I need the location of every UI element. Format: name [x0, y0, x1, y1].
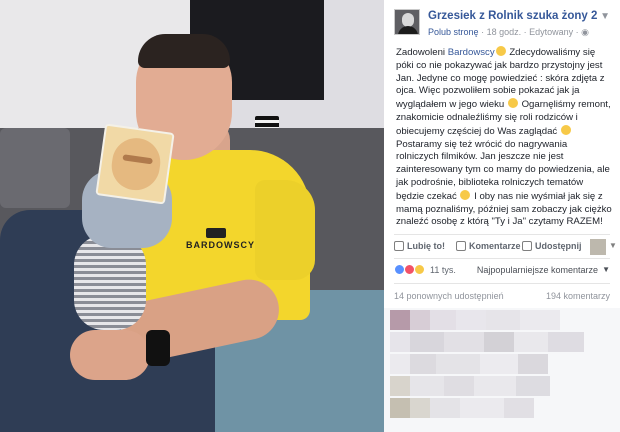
like-button[interactable]: Lubię to! [394, 241, 445, 251]
photo-baby-face-shape [108, 135, 164, 194]
grin-emoji-icon [507, 98, 518, 109]
photo-shirt-tractor-logo [206, 228, 226, 238]
smile-emoji-icon [495, 46, 506, 56]
post-text-part: Zadowoleni [396, 47, 448, 58]
comment-sort-dropdown[interactable]: Najpopularniejsze komentarze [477, 265, 598, 275]
post-actions: Lubię to! Komentarze Udostępnij ▼ [384, 237, 620, 257]
actor-avatar[interactable] [590, 239, 606, 255]
page-avatar[interactable] [394, 9, 420, 35]
chevron-down-icon[interactable]: ▼ [600, 11, 610, 22]
share-label: Udostępnij [535, 241, 582, 251]
page-name-link[interactable]: Grzesiek z Rolnik szuka żony 2 [428, 10, 597, 22]
blurred-comment [390, 332, 584, 352]
haha-reaction-icon [414, 264, 425, 275]
comment-icon [456, 241, 466, 251]
thumbs-up-icon [394, 241, 404, 251]
blurred-comment [390, 398, 534, 418]
photo-watch [146, 330, 170, 366]
photo-shirt-sleeve [255, 180, 315, 280]
globe-icon: ◉ [581, 27, 590, 37]
photo-hand [70, 330, 150, 380]
blurred-comment [390, 310, 560, 330]
post-photo[interactable]: BARDOWSCY [0, 0, 384, 432]
smile-emoji-icon [560, 124, 571, 135]
comments-section-blurred [384, 308, 620, 432]
divider [394, 258, 610, 259]
caret-down-icon[interactable]: ▼ [609, 241, 617, 250]
shares-count[interactable]: 14 ponownych udostępnień [394, 291, 504, 301]
share-icon [522, 241, 532, 251]
post-time[interactable]: 18 godz. [487, 27, 522, 37]
comment-label: Komentarze [469, 241, 521, 251]
comment-button[interactable]: Komentarze [456, 241, 521, 251]
like-label: Lubię to! [407, 241, 445, 251]
blurred-comment [390, 376, 550, 396]
blurred-comment [390, 354, 548, 374]
like-page-link[interactable]: Polub stronę [428, 27, 479, 37]
post-meta: Polub stronę · 18 godz. · Edytowany · ◉ [428, 27, 589, 38]
avatar-face [402, 13, 414, 27]
photo-sofa-cushion [0, 128, 70, 208]
post-body-text: Zadowoleni Bardowscy Zdecydowaliśmy się … [396, 46, 612, 229]
divider [394, 234, 610, 235]
post-stats: 14 ponownych udostępnień 194 komentarzy [384, 288, 620, 304]
divider [394, 283, 610, 284]
avatar-shoulders [398, 26, 418, 34]
post-header: Grzesiek z Rolnik szuka żony 2 Polub str… [384, 0, 620, 44]
photo-baby-face-picture [95, 123, 175, 205]
photo-baby-striped-clothes [74, 235, 146, 330]
post-panel: Grzesiek z Rolnik szuka żony 2 Polub str… [384, 0, 620, 432]
reactions-summary[interactable]: 11 tys. Najpopularniejsze komentarze ▼ [384, 262, 620, 278]
smile-emoji-icon [460, 189, 471, 200]
edited-label[interactable]: Edytowany [529, 27, 573, 37]
reactions-count[interactable]: 11 tys. [430, 265, 456, 275]
caret-down-icon[interactable]: ▼ [602, 265, 610, 274]
share-button[interactable]: Udostępnij [522, 241, 582, 251]
comments-count[interactable]: 194 komentarzy [546, 291, 610, 301]
photo-shirt-logo-text: BARDOWSCY [186, 240, 255, 250]
mention-link[interactable]: Bardowscy [448, 47, 495, 58]
photo-man-hair [138, 34, 230, 68]
